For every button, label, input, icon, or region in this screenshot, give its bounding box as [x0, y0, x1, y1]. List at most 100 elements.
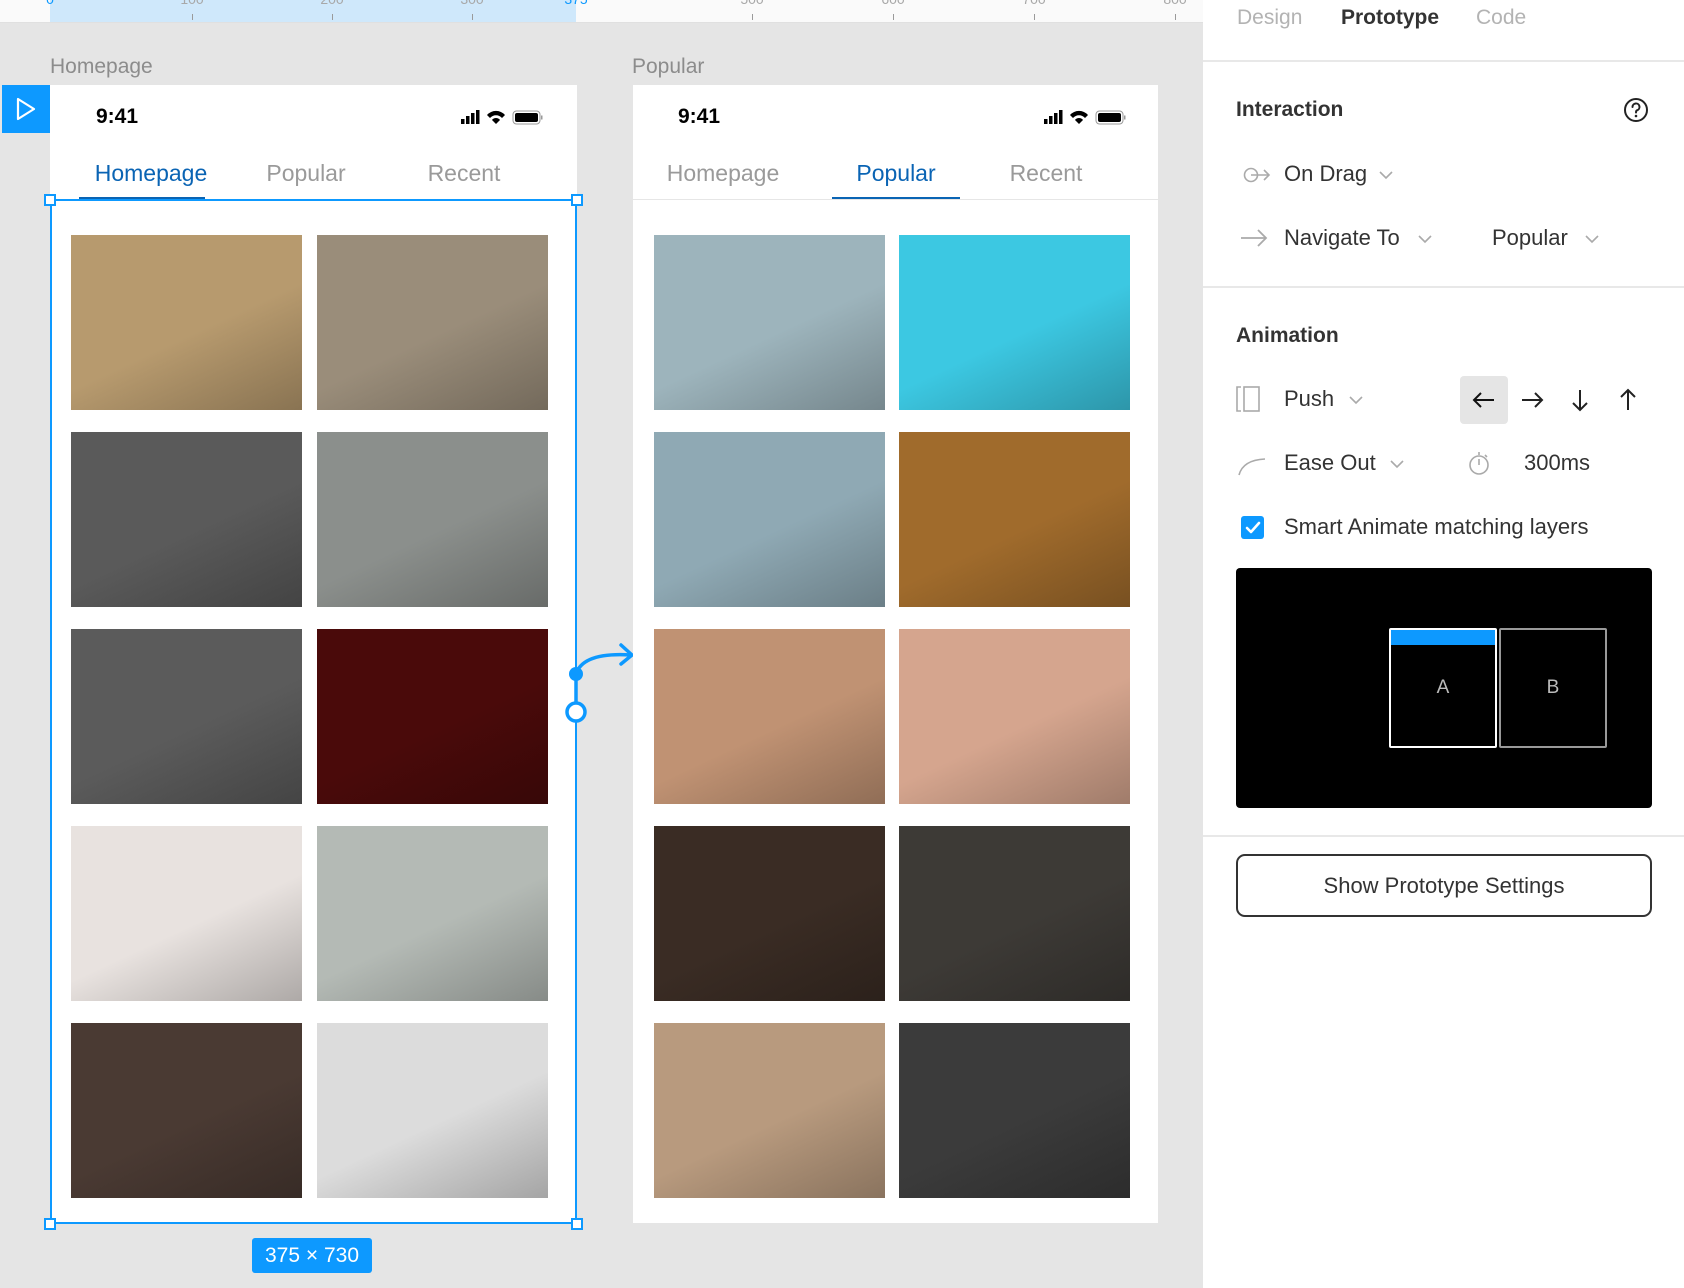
- ruler-label: 800: [1163, 0, 1186, 7]
- status-time: 9:41: [678, 105, 721, 128]
- arrow-up-icon: [1620, 388, 1636, 410]
- status-time: 9:41: [96, 105, 139, 128]
- interaction-title: Interaction: [1236, 98, 1344, 121]
- tab-popular[interactable]: Popular: [821, 160, 971, 187]
- preview-frame-b: B: [1499, 628, 1607, 748]
- ruler-label: 700: [1022, 0, 1045, 7]
- chevron-down-icon: [1390, 460, 1404, 469]
- ruler-tick: [332, 14, 333, 20]
- direction-left-button[interactable]: [1460, 376, 1508, 424]
- frame-label-popular[interactable]: Popular: [632, 55, 704, 79]
- image-thumbnail[interactable]: [899, 1023, 1130, 1198]
- smart-animate-label[interactable]: Smart Animate matching layers: [1284, 514, 1588, 540]
- tab-recent[interactable]: Recent: [971, 160, 1121, 187]
- ruler-label: 200: [320, 0, 343, 7]
- ruler-tick: [1034, 14, 1035, 20]
- ruler-selection-highlight: [50, 0, 576, 22]
- horizontal-ruler: 0 100 200 300 375 500 600 700 800: [0, 0, 1203, 23]
- frame-popular[interactable]: 9:41 Homepage Popular Recent: [633, 85, 1158, 1223]
- frame-label-homepage[interactable]: Homepage: [50, 55, 153, 79]
- animation-type-dropdown[interactable]: Push: [1203, 380, 1463, 420]
- action-value: Navigate To: [1284, 225, 1400, 250]
- arrow-left-icon: [1472, 392, 1494, 408]
- image-thumbnail[interactable]: [899, 826, 1130, 1001]
- resize-handle-bottom-left[interactable]: [44, 1218, 56, 1230]
- divider: [1203, 286, 1684, 288]
- preview-frame-a-label: A: [1436, 677, 1450, 698]
- present-prototype-button[interactable]: [2, 85, 50, 133]
- chevron-down-icon: [1379, 171, 1393, 180]
- question-circle-icon[interactable]: [1623, 97, 1649, 123]
- easing-value: Ease Out: [1284, 450, 1376, 475]
- ruler-label: 500: [740, 0, 763, 7]
- panel-tab-design[interactable]: Design: [1237, 6, 1302, 30]
- animation-preview: A B: [1236, 568, 1652, 808]
- ruler-label: 0: [46, 0, 54, 7]
- destination-value: Popular: [1492, 225, 1568, 250]
- arrow-right-icon: [1522, 392, 1544, 408]
- panel-tab-code[interactable]: Code: [1476, 6, 1526, 30]
- image-thumbnail[interactable]: [654, 1023, 885, 1198]
- direction-up-button[interactable]: [1604, 376, 1652, 424]
- trigger-dropdown[interactable]: On Drag: [1203, 155, 1684, 195]
- divider: [1203, 835, 1684, 837]
- animation-title: Animation: [1236, 324, 1339, 347]
- ruler-tick: [472, 14, 473, 20]
- signal-wifi-battery-icon: [461, 110, 543, 125]
- action-dropdown[interactable]: Navigate To: [1203, 219, 1463, 259]
- chevron-down-icon: [1349, 396, 1363, 405]
- easing-dropdown[interactable]: Ease Out: [1203, 444, 1463, 484]
- resize-handle-bottom-right[interactable]: [571, 1218, 583, 1230]
- selection-box: [50, 199, 577, 1224]
- image-thumbnail[interactable]: [654, 235, 885, 410]
- ruler-tick: [1175, 14, 1176, 20]
- push-transition-icon: [1236, 386, 1260, 412]
- direction-right-button[interactable]: [1508, 376, 1556, 424]
- ruler-label: 600: [881, 0, 904, 7]
- resize-handle-top-left[interactable]: [44, 194, 56, 206]
- status-icons: [461, 107, 543, 132]
- tab-homepage[interactable]: Homepage: [76, 160, 226, 187]
- preview-frame-a: A: [1389, 628, 1497, 748]
- tabbar-divider: [633, 199, 1158, 200]
- duration-input[interactable]: 300ms: [1524, 450, 1590, 476]
- smart-animate-checkbox[interactable]: [1241, 516, 1264, 539]
- ruler-label: 300: [460, 0, 483, 7]
- timer-icon: [1469, 452, 1489, 475]
- image-thumbnail[interactable]: [654, 826, 885, 1001]
- arrow-right-icon: [1241, 229, 1268, 247]
- signal-wifi-battery-icon: [1044, 110, 1126, 125]
- image-thumbnail[interactable]: [899, 235, 1130, 410]
- destination-dropdown[interactable]: Popular: [1491, 219, 1631, 259]
- prototype-connection-arrow[interactable]: [565, 630, 640, 725]
- resize-handle-top-right[interactable]: [571, 194, 583, 206]
- image-thumbnail[interactable]: [654, 629, 885, 804]
- preview-frame-a-header: [1391, 630, 1495, 645]
- chevron-down-icon: [1418, 235, 1432, 244]
- size-badge: 375 × 730: [252, 1238, 372, 1273]
- ruler-label: 100: [180, 0, 203, 7]
- drag-trigger-icon: [1243, 167, 1271, 183]
- status-icons: [1044, 107, 1126, 132]
- ruler-tick: [752, 14, 753, 20]
- trigger-value: On Drag: [1284, 161, 1368, 186]
- ruler-label: 375: [564, 0, 587, 7]
- chevron-down-icon: [1585, 235, 1599, 244]
- arrow-down-icon: [1572, 390, 1588, 412]
- checkmark-icon: [1245, 521, 1260, 534]
- divider: [1203, 60, 1684, 62]
- direction-down-button[interactable]: [1556, 376, 1604, 424]
- properties-panel: Design Prototype Code Interaction On Dra…: [1203, 0, 1684, 1288]
- image-thumbnail[interactable]: [899, 432, 1130, 607]
- panel-tab-prototype[interactable]: Prototype: [1341, 6, 1439, 30]
- image-thumbnail[interactable]: [654, 432, 885, 607]
- play-icon: [16, 97, 36, 121]
- tab-recent[interactable]: Recent: [389, 160, 539, 187]
- animation-type-value: Push: [1284, 386, 1335, 411]
- show-prototype-settings-button[interactable]: Show Prototype Settings: [1236, 854, 1652, 917]
- preview-frame-b-label: B: [1546, 677, 1560, 698]
- tab-popular[interactable]: Popular: [231, 160, 381, 187]
- tab-homepage[interactable]: Homepage: [648, 160, 798, 187]
- image-thumbnail[interactable]: [899, 629, 1130, 804]
- ease-out-curve-icon: [1238, 458, 1266, 476]
